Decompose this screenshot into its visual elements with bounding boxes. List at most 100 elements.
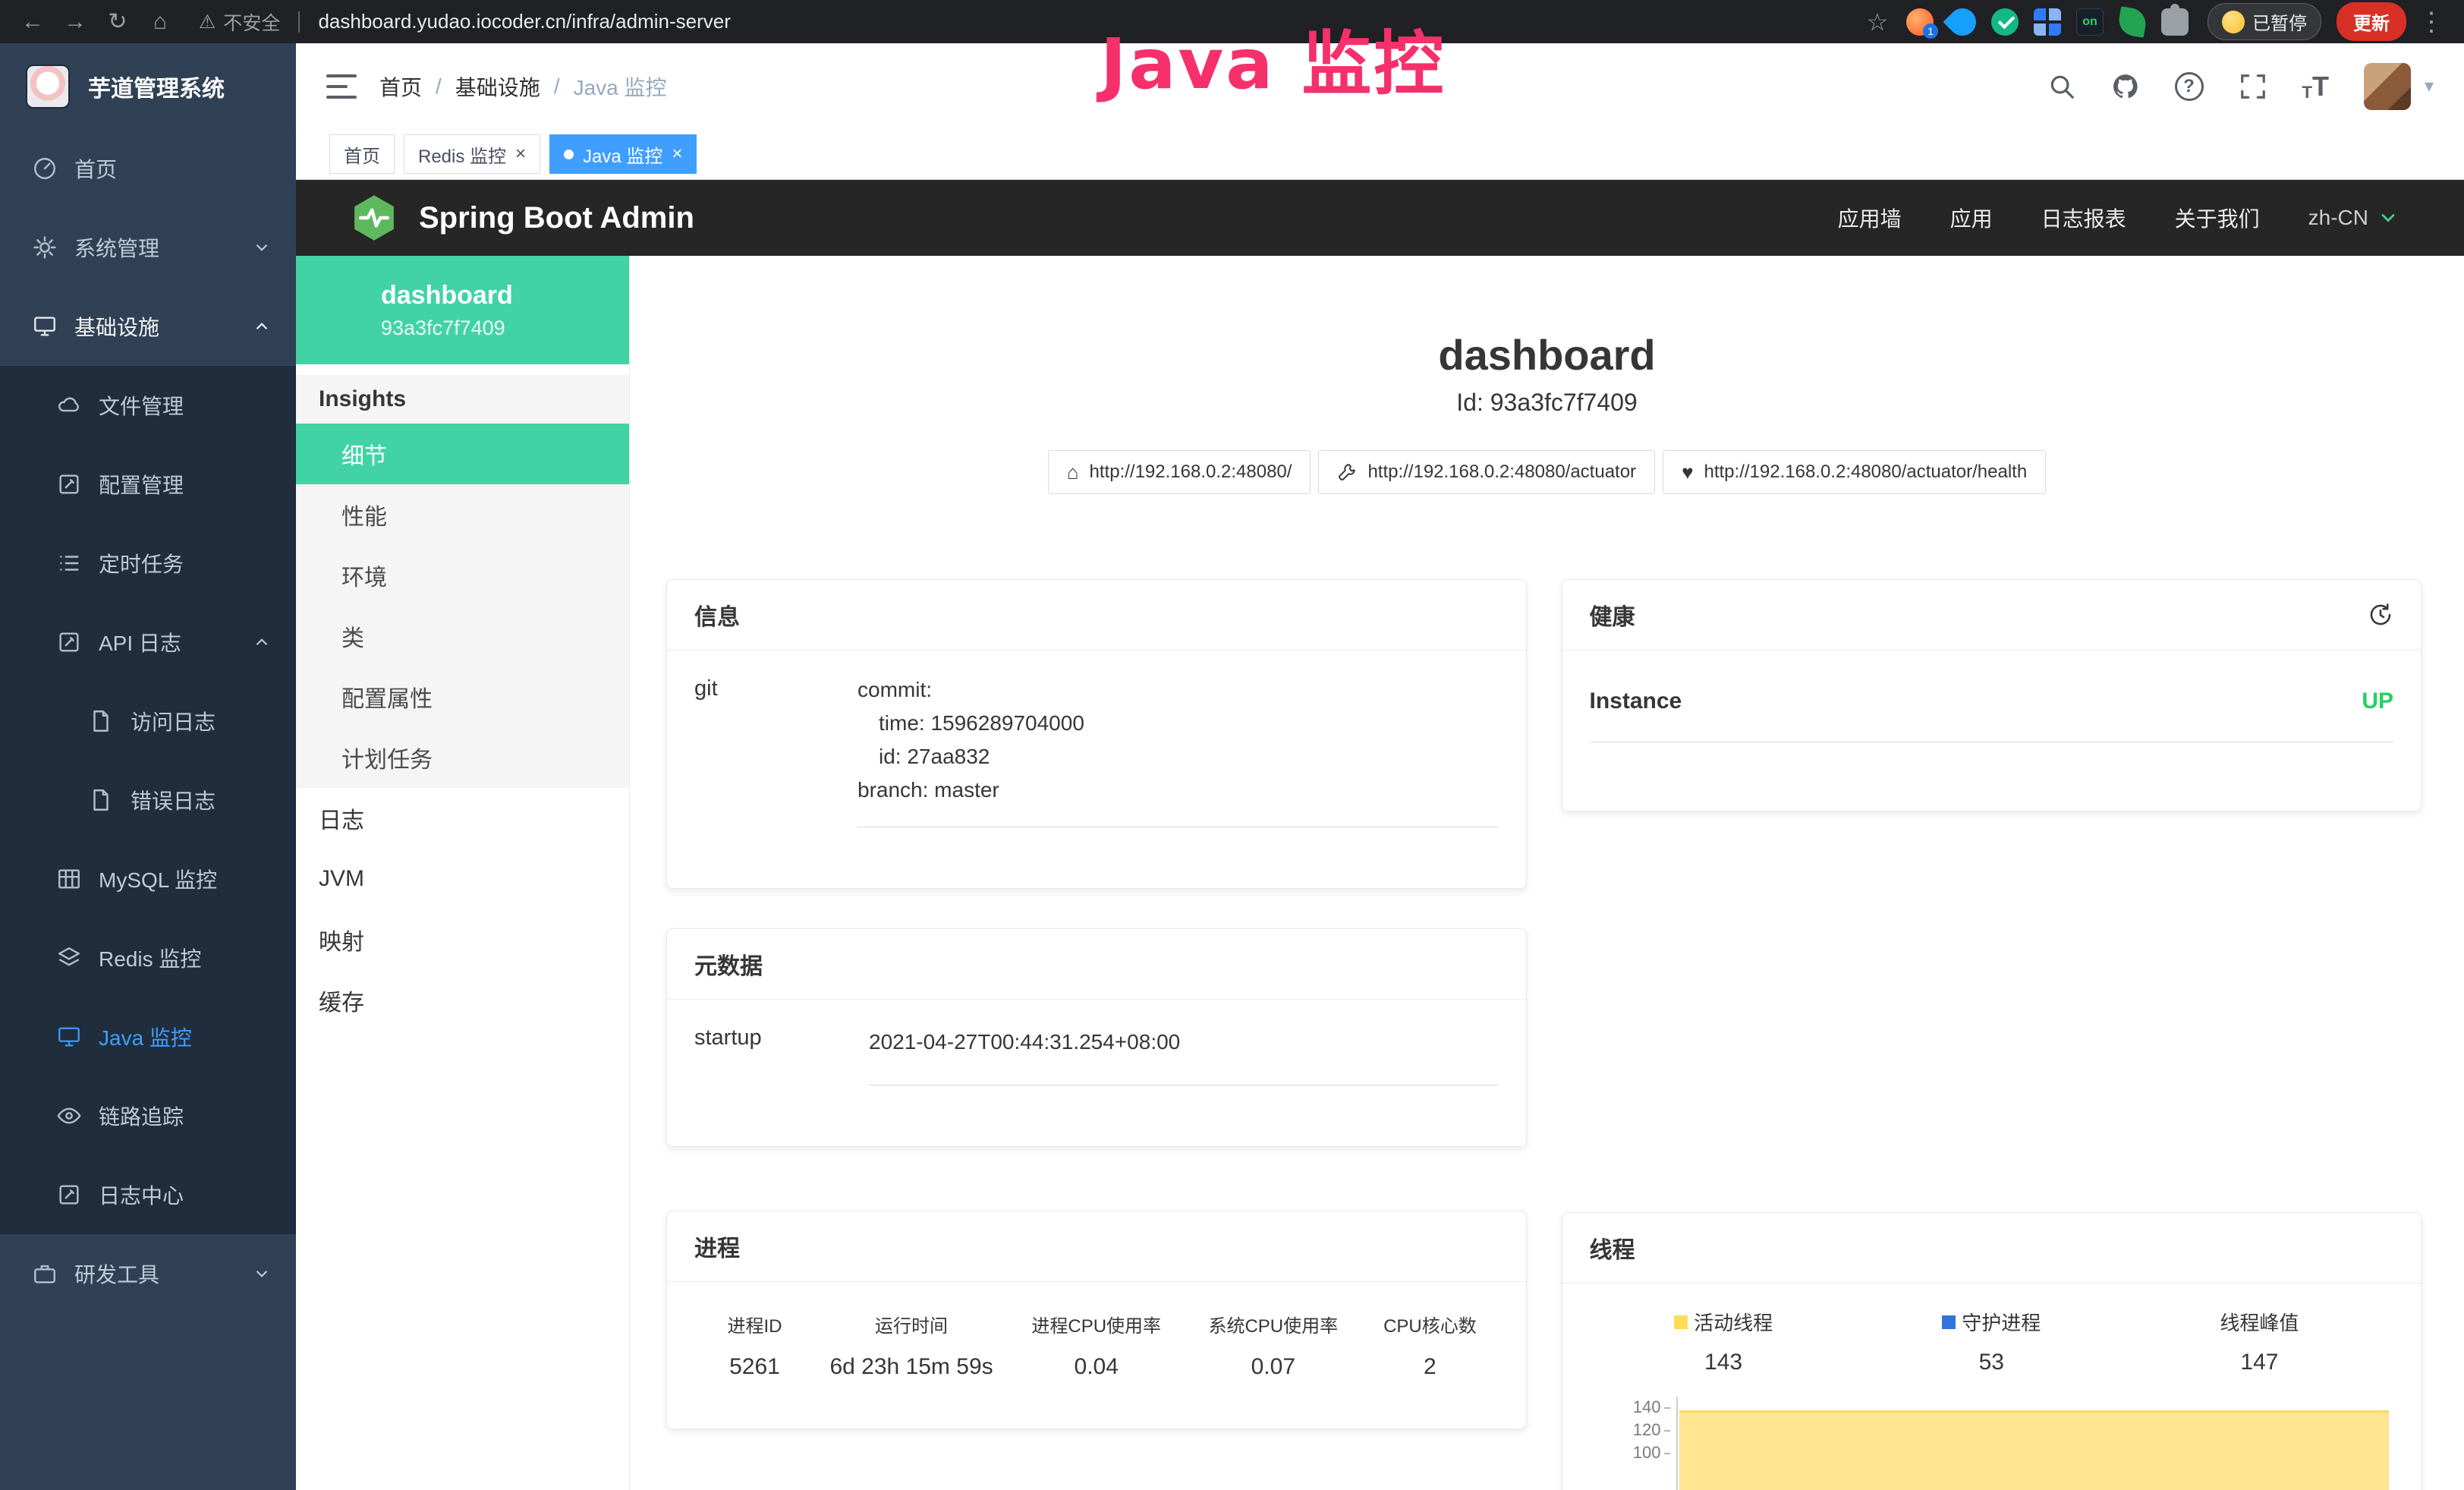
update-button[interactable]: 更新 <box>2337 2 2406 41</box>
process-card-body: 进程ID 5261 运行时间 6d 23h 15m 59s <box>667 1282 1526 1403</box>
monitor-icon <box>56 1024 82 1050</box>
gear-icon <box>32 235 58 260</box>
sba-item-scheduled-tasks[interactable]: 计划任务 <box>296 727 629 788</box>
back-icon[interactable]: ← <box>15 5 50 39</box>
info-value: commit: time: 1596289704000 id: 27aa832 … <box>858 673 1499 827</box>
history-icon[interactable] <box>2368 602 2393 628</box>
sba-nav-about[interactable]: 关于我们 <box>2175 203 2260 233</box>
link-label: http://192.168.0.2:48080/ <box>1090 461 1292 483</box>
breadcrumb-item-infrastructure[interactable]: 基础设施 <box>455 71 540 102</box>
monitor-icon <box>32 313 58 339</box>
sidebar-item-redis-monitor[interactable]: Redis 监控 <box>0 918 296 997</box>
legend-label: 线程峰值 <box>2220 1308 2299 1336</box>
sba-instance-header[interactable]: dashboard 93a3fc7f7409 <box>296 256 629 364</box>
breadcrumb-item-home[interactable]: 首页 <box>379 71 422 102</box>
yellow-legend-swatch <box>1674 1315 1688 1329</box>
breadcrumb: 首页 / 基础设施 / Java 监控 <box>379 71 667 102</box>
sba-item-classes[interactable]: 类 <box>296 606 629 666</box>
app-logo[interactable]: 芋道管理系统 <box>0 43 296 129</box>
tab-home[interactable]: 首页 <box>329 134 395 174</box>
grid-extension-icon[interactable] <box>2034 8 2061 36</box>
sidebar-item-error-logs[interactable]: 错误日志 <box>0 761 296 840</box>
info-line: time: 1596289704000 <box>879 707 1499 740</box>
sidebar-item-infrastructure[interactable]: 基础设施 <box>0 287 296 366</box>
sidebar-item-tracing[interactable]: 链路追踪 <box>0 1076 296 1155</box>
reload-icon[interactable]: ↻ <box>100 5 135 39</box>
forward-icon[interactable]: → <box>58 5 93 39</box>
sba-item-environment[interactable]: 环境 <box>296 545 629 606</box>
service-url-link[interactable]: ⌂ http://192.168.0.2:48080/ <box>1048 450 1311 494</box>
avatar-caret-icon[interactable]: ▾ <box>2425 75 2434 97</box>
health-url-link[interactable]: ♥ http://192.168.0.2:48080/actuator/heal… <box>1663 450 2046 494</box>
cards-right-column: 健康 Instance UP <box>1562 579 2422 1490</box>
font-size-icon[interactable]: TT <box>2302 71 2329 102</box>
sidebar-item-dev-tools[interactable]: 研发工具 <box>0 1234 296 1313</box>
health-card-body: Instance UP <box>1562 650 2422 765</box>
metadata-card-body: startup 2021-04-27T00:44:31.254+08:00 <box>667 1000 1526 1108</box>
chevron-up-icon <box>252 632 272 652</box>
sidebar-item-home[interactable]: 首页 <box>0 129 296 208</box>
sidebar-item-config-management[interactable]: 配置管理 <box>0 445 296 524</box>
sba-nav-journal[interactable]: 日志报表 <box>2041 203 2126 233</box>
sidebar-item-api-logs[interactable]: API 日志 <box>0 603 296 682</box>
sidebar-item-system[interactable]: 系统管理 <box>0 208 296 287</box>
leaf-extension-icon[interactable] <box>2116 6 2148 38</box>
sba-item-caches[interactable]: 缓存 <box>296 970 629 1031</box>
cloud-icon <box>56 392 82 418</box>
active-tab-dot <box>564 150 574 159</box>
actuator-url-link[interactable]: http://192.168.0.2:48080/actuator <box>1318 450 1655 494</box>
sba-item-performance[interactable]: 性能 <box>296 484 629 545</box>
sba-item-mappings[interactable]: 映射 <box>296 909 629 970</box>
sba-nav-wallboard[interactable]: 应用墙 <box>1838 203 1902 233</box>
sidebar-item-mysql-monitor[interactable]: MySQL 监控 <box>0 840 296 918</box>
legend-daemon-threads: 守护进程 53 <box>1858 1308 2126 1375</box>
tab-close-icon[interactable]: × <box>515 145 526 163</box>
fox-extension-icon[interactable]: 1 <box>1906 8 1934 36</box>
sidebar-item-label: 错误日志 <box>131 785 272 815</box>
on-badge-extension-icon[interactable]: on <box>2076 8 2104 36</box>
link-label: http://192.168.0.2:48080/actuator <box>1367 461 1636 483</box>
site-security-chip[interactable]: ⚠ 不安全 <box>199 8 280 36</box>
user-avatar[interactable] <box>2364 63 2411 110</box>
sidebar-item-scheduled-jobs[interactable]: 定时任务 <box>0 524 296 603</box>
puzzle-extensions-icon[interactable] <box>2161 8 2189 36</box>
process-card: 进程 进程ID 5261 <box>666 1211 1527 1429</box>
search-icon[interactable] <box>2047 72 2076 101</box>
sidebar-item-file-management[interactable]: 文件管理 <box>0 366 296 445</box>
sba-section-insights: Insights <box>296 375 629 424</box>
sba-item-details[interactable]: 细节 <box>296 424 629 484</box>
sidebar-item-java-monitor[interactable]: Java 监控 <box>0 997 296 1076</box>
sidebar-item-log-center[interactable]: 日志中心 <box>0 1155 296 1234</box>
fullscreen-icon[interactable] <box>2239 72 2267 101</box>
sba-insights-group: Insights 细节 性能 环境 类 配置属性 计划任务 <box>296 375 629 788</box>
stat-value: 0.04 <box>1008 1354 1185 1380</box>
help-icon[interactable]: ? <box>2175 72 2204 101</box>
chevron-down-icon <box>2377 207 2399 228</box>
sidebar-item-access-logs[interactable]: 访问日志 <box>0 682 296 761</box>
paused-badge[interactable]: 已暂停 <box>2208 3 2321 40</box>
hamburger-icon[interactable] <box>326 74 357 99</box>
bookmark-star-icon[interactable]: ☆ <box>1860 5 1895 39</box>
sba-nav-applications[interactable]: 应用 <box>1950 203 1993 233</box>
drop-extension-icon[interactable] <box>1943 2 1982 41</box>
check-extension-icon[interactable] <box>1991 8 2019 36</box>
chevron-up-icon <box>252 317 272 336</box>
tab-close-icon[interactable]: × <box>672 145 682 163</box>
sidebar-item-label: 文件管理 <box>99 390 272 421</box>
emoji-face-icon <box>2222 11 2245 33</box>
tab-redis-monitor[interactable]: Redis 监控 × <box>404 134 540 174</box>
card-title-text: 元数据 <box>694 947 763 981</box>
extension-count-badge: 1 <box>1923 24 1938 39</box>
github-icon[interactable] <box>2111 72 2140 101</box>
sidebar-item-label: 日志中心 <box>99 1180 272 1210</box>
address-bar-url[interactable]: dashboard.yudao.iocoder.cn/infra/admin-s… <box>318 10 730 33</box>
process-stat: CPU核心数 2 <box>1361 1311 1498 1380</box>
sba-item-config-props[interactable]: 配置属性 <box>296 666 629 727</box>
tab-java-monitor[interactable]: Java 监控 × <box>549 134 697 174</box>
sba-item-logs[interactable]: 日志 <box>296 788 629 849</box>
process-stat: 进程CPU使用率 0.04 <box>1008 1311 1185 1380</box>
home-icon[interactable]: ⌂ <box>143 5 178 39</box>
sba-locale-select[interactable]: zh-CN <box>2308 206 2399 230</box>
sba-item-jvm[interactable]: JVM <box>296 849 629 909</box>
browser-menu-icon[interactable]: ⋮ <box>2414 5 2449 39</box>
